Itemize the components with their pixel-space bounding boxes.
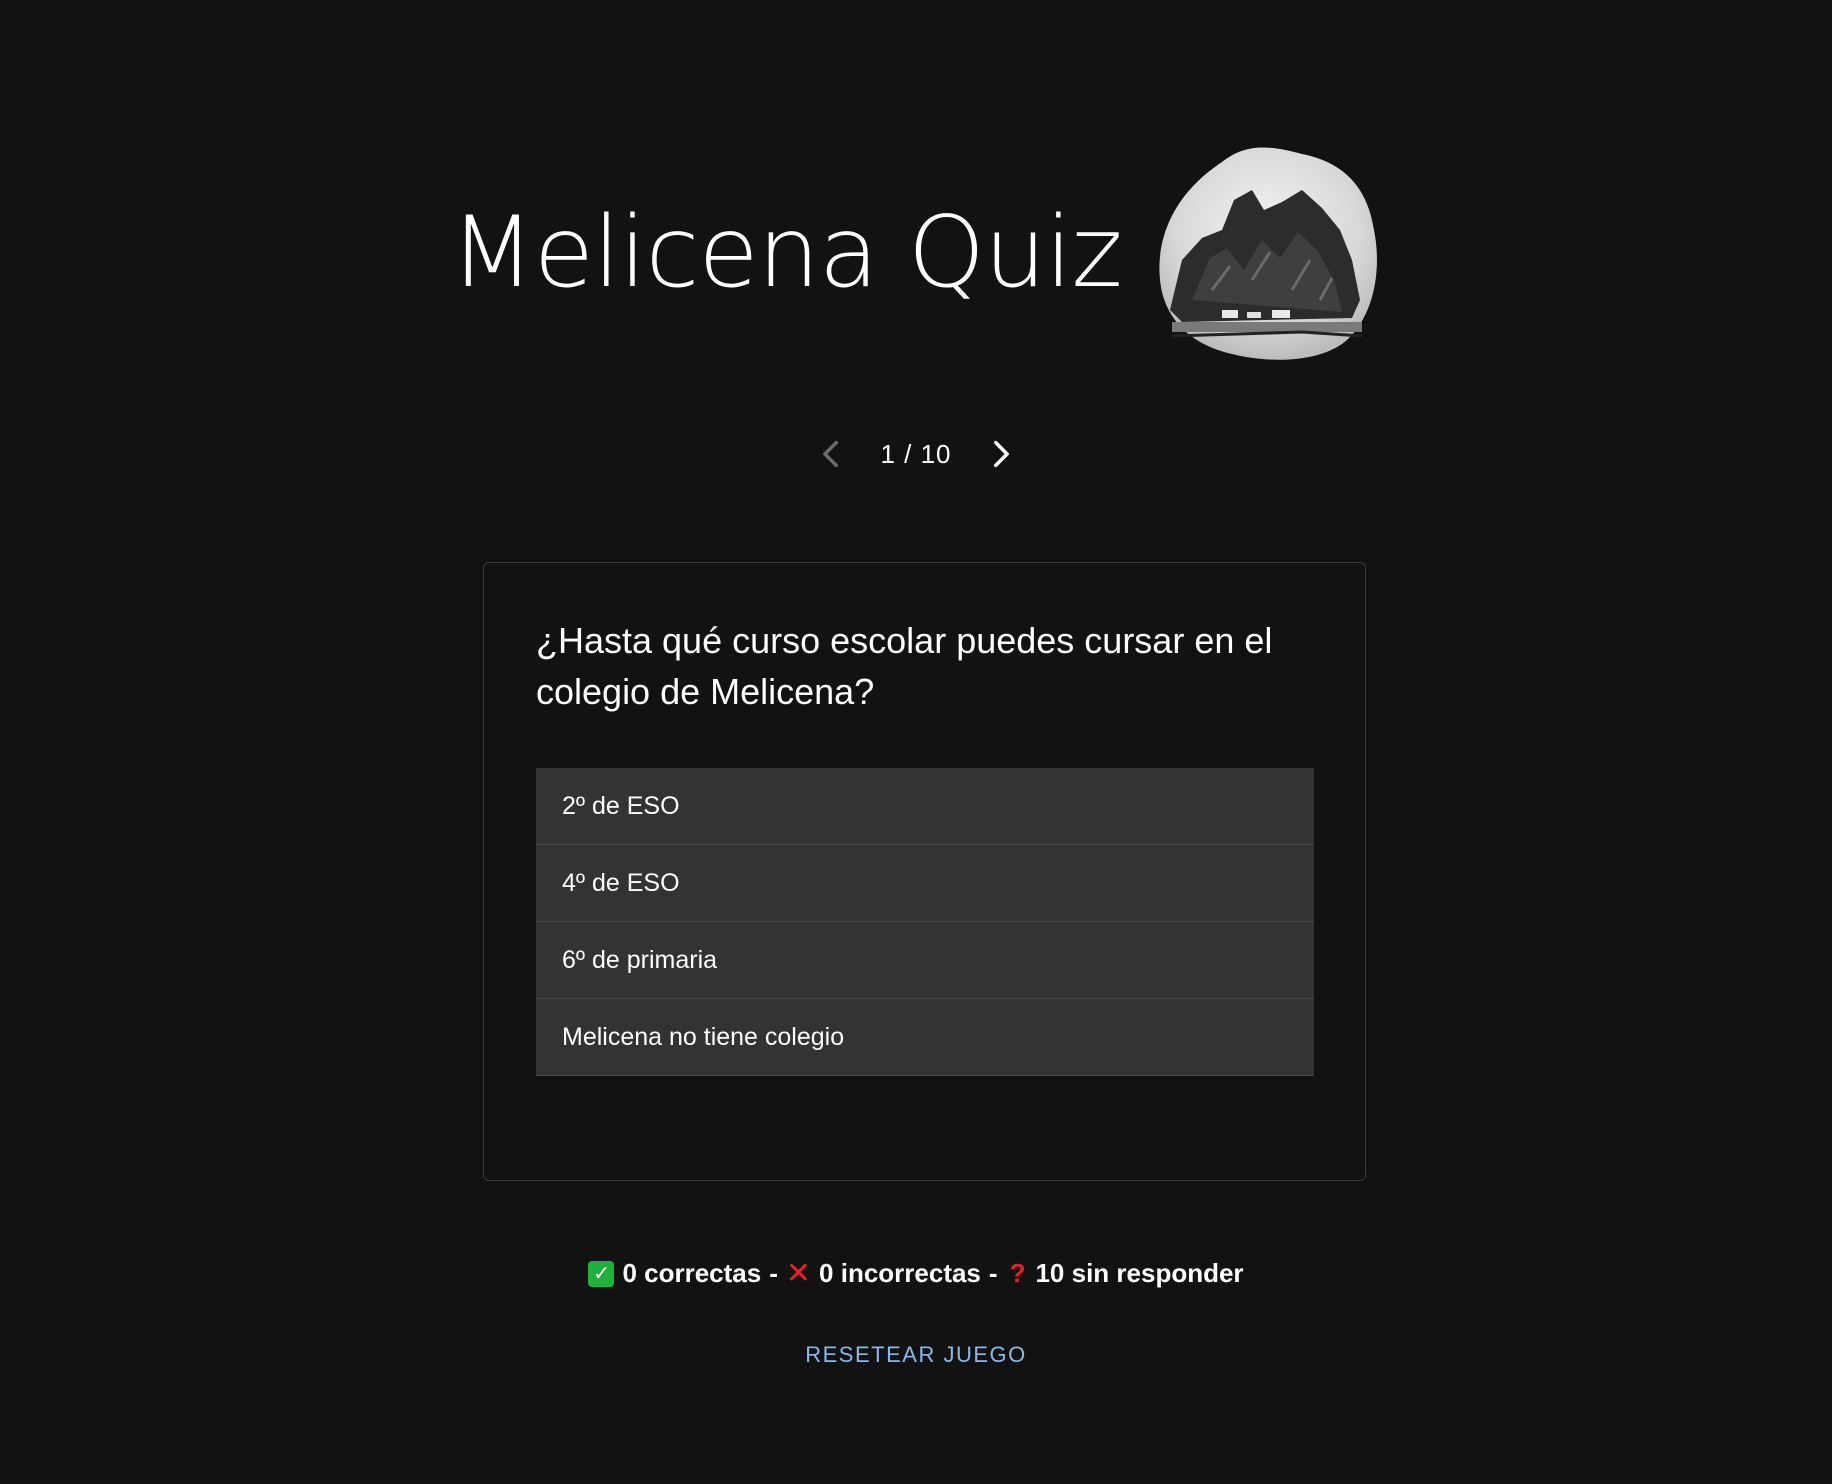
question-card: ¿Hasta qué curso escolar puedes cursar e… <box>483 562 1366 1181</box>
question-pager: 1 / 10 <box>0 428 1832 480</box>
answer-option[interactable]: 4º de ESO <box>536 845 1314 922</box>
chevron-left-icon <box>823 440 839 468</box>
incorrect-count: 0 incorrectas <box>819 1258 981 1288</box>
quiz-page: Melicena Quiz 1 / 10 ¿Hasta qué curso es… <box>0 0 1832 1484</box>
separator: - <box>769 1258 778 1288</box>
page-indicator: 1 / 10 <box>880 438 952 469</box>
answer-options-list: 2º de ESO 4º de ESO 6º de primaria Melic… <box>536 768 1314 1076</box>
answer-option[interactable]: 6º de primaria <box>536 922 1314 999</box>
answer-option[interactable]: 2º de ESO <box>536 768 1314 845</box>
question-text: ¿Hasta qué curso escolar puedes cursar e… <box>536 620 1273 712</box>
melicena-logo-image <box>1159 147 1377 360</box>
unanswered-count: 10 sin responder <box>1035 1258 1244 1288</box>
question-mark-icon: ? <box>1009 1258 1026 1288</box>
chevron-right-icon <box>993 440 1009 468</box>
score-summary: ✓ 0 correctas - ✕ 0 incorrectas - ? 10 s… <box>0 1258 1832 1289</box>
page-title: Melicena Quiz <box>450 195 1123 310</box>
reset-game-button[interactable]: RESETEAR JUEGO <box>795 1336 1036 1374</box>
check-mark-icon: ✓ <box>588 1260 615 1287</box>
answer-option[interactable]: Melicena no tiene colegio <box>536 999 1314 1076</box>
separator: - <box>988 1258 998 1288</box>
previous-question-button[interactable] <box>806 428 858 480</box>
cross-mark-icon: ✕ <box>785 1256 812 1290</box>
correct-count: 0 correctas <box>622 1258 762 1288</box>
reset-area: RESETEAR JUEGO <box>0 1336 1832 1374</box>
next-question-button[interactable] <box>974 428 1026 480</box>
header: Melicena Quiz <box>0 140 1832 365</box>
